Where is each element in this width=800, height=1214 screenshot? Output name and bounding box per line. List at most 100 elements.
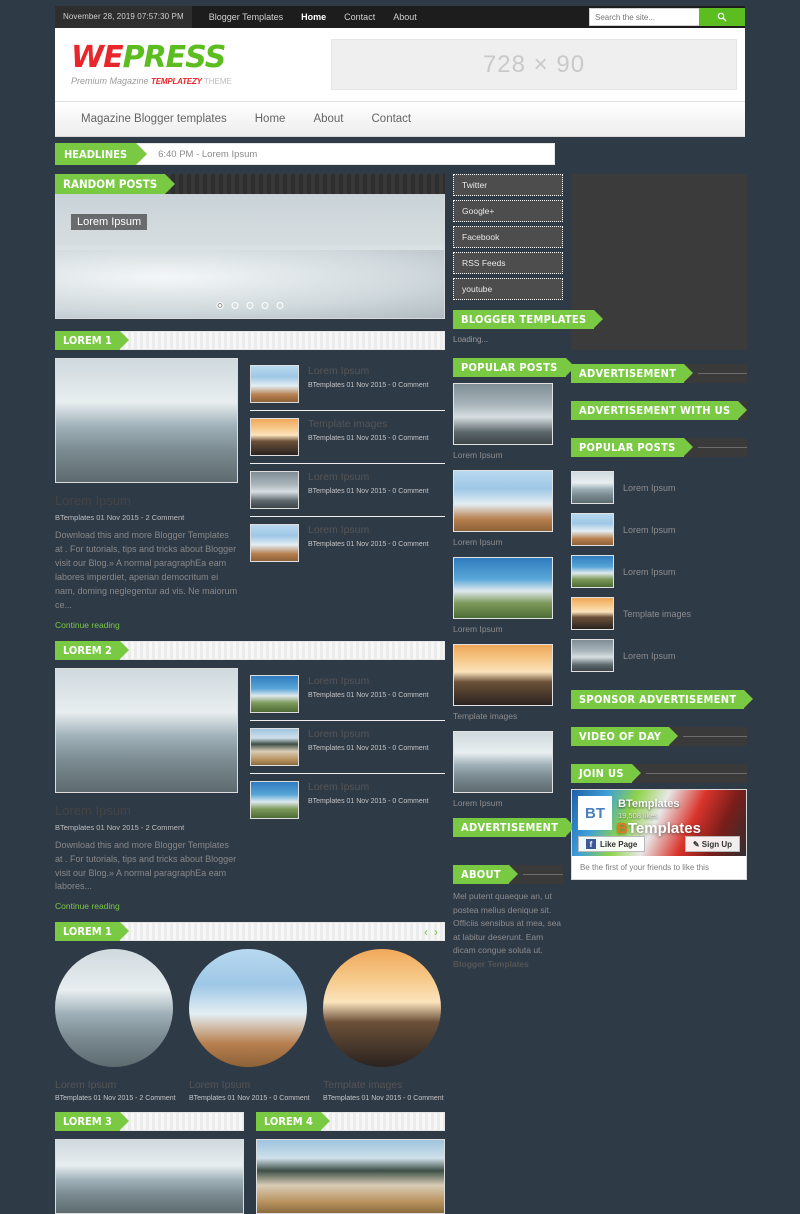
- section-lorem-4: LOREM 4: [256, 1112, 445, 1214]
- tagline-part3: THEME: [201, 77, 232, 86]
- lorem2-post-list: Lorem Ipsum BTemplates 01 Nov 2015 - 0 C…: [250, 668, 445, 913]
- popular-post-item[interactable]: Lorem Ipsum: [453, 470, 563, 547]
- top-nav-item-blogger-templates[interactable]: Blogger Templates: [200, 6, 292, 28]
- site-logo[interactable]: WEPRESS Premium Magazine TEMPLATEZY THEM…: [63, 40, 323, 87]
- social-link-twitter[interactable]: Twitter: [453, 174, 563, 196]
- search-icon: [717, 12, 727, 22]
- main-nav-item-about[interactable]: About: [299, 101, 357, 137]
- carousel-item[interactable]: Lorem Ipsum BTemplates 01 Nov 2015 - 2 C…: [55, 949, 177, 1102]
- random-posts-widget: RANDOM POSTS Lorem Ipsum: [55, 174, 445, 319]
- lorem2-feature-title[interactable]: Lorem Ipsum: [55, 803, 238, 818]
- main-nav-item-contact[interactable]: Contact: [358, 101, 426, 137]
- random-posts-slider[interactable]: Lorem Ipsum: [55, 194, 445, 319]
- popular-post-item[interactable]: Lorem Ipsum: [571, 513, 747, 546]
- popular-post-item[interactable]: Lorem Ipsum: [453, 383, 563, 460]
- about-text-link[interactable]: Blogger Templates: [453, 959, 529, 969]
- facebook-page-name[interactable]: BTemplates: [618, 798, 680, 810]
- list-item[interactable]: Lorem Ipsum BTemplates 01 Nov 2015 - 0 C…: [250, 774, 445, 826]
- advertisement-label: ADVERTISEMENT: [571, 364, 694, 383]
- section-lorem-4-image[interactable]: [256, 1139, 445, 1214]
- header-banner-ad[interactable]: 728 × 90: [331, 39, 737, 90]
- main-nav-item-home[interactable]: Home: [241, 101, 300, 137]
- about-widget-header: ABOUT: [453, 865, 564, 884]
- list-item-thumb: [250, 471, 299, 509]
- cover-brand-rest: Templates: [627, 820, 701, 837]
- slider-dot-4[interactable]: [261, 302, 269, 309]
- mid-advertisement-label: ADVERTISEMENT: [453, 818, 576, 837]
- slider-dots: [216, 302, 284, 309]
- lorem1-feature-meta: BTemplates 01 Nov 2015 - 2 Comment: [55, 513, 185, 522]
- popular-post-image: [453, 470, 553, 532]
- lorem2-feature-image[interactable]: [55, 667, 238, 793]
- blogger-templates-widget-header: BLOGGER TEMPLATES: [453, 310, 604, 329]
- section-lorem-3: LOREM 3: [55, 1112, 244, 1214]
- section-lorem-2-label: LOREM 2: [55, 640, 129, 660]
- popular-post-item[interactable]: Lorem Ipsum: [453, 731, 563, 808]
- main-nav-item-magazine-blogger-templates[interactable]: Magazine Blogger templates: [67, 101, 241, 137]
- social-link-rss[interactable]: RSS Feeds: [453, 252, 563, 274]
- top-nav-item-home[interactable]: Home: [292, 6, 335, 28]
- about-widget-label: ABOUT: [453, 865, 518, 884]
- top-nav-item-contact[interactable]: Contact: [335, 6, 384, 28]
- popular-post-item[interactable]: Lorem Ipsum: [571, 471, 747, 504]
- lorem1-feature-post: Lorem Ipsum BTemplates 01 Nov 2015 - 2 C…: [55, 358, 238, 631]
- list-item[interactable]: Lorem Ipsum BTemplates 01 Nov 2015 - 0 C…: [250, 517, 445, 569]
- fb-logo-t: T: [595, 804, 605, 822]
- list-item-meta: BTemplates 01 Nov 2015 - 0 Comment: [308, 541, 429, 548]
- popular-post-item[interactable]: Template images: [571, 597, 747, 630]
- social-link-facebook[interactable]: Facebook: [453, 226, 563, 248]
- popular-post-item[interactable]: Lorem Ipsum: [453, 557, 563, 634]
- list-item[interactable]: Lorem Ipsum BTemplates 01 Nov 2015 - 0 C…: [250, 358, 445, 411]
- list-item[interactable]: Lorem Ipsum BTemplates 01 Nov 2015 - 0 C…: [250, 464, 445, 517]
- lorem2-continue-reading-link[interactable]: Continue reading: [55, 901, 120, 911]
- carousel-item[interactable]: Lorem Ipsum BTemplates 01 Nov 2015 - 0 C…: [189, 949, 311, 1102]
- facebook-like-page-button[interactable]: f Like Page: [578, 836, 646, 852]
- list-item[interactable]: Template images BTemplates 01 Nov 2015 -…: [250, 411, 445, 464]
- list-item[interactable]: Lorem Ipsum BTemplates 01 Nov 2015 - 0 C…: [250, 721, 445, 774]
- section-lorem-3-image[interactable]: [55, 1139, 244, 1214]
- lorem1-feature-image[interactable]: [55, 358, 238, 483]
- popular-post-image: [571, 513, 614, 546]
- slider-dot-2[interactable]: [231, 302, 239, 309]
- logo-press: PRESS: [122, 40, 227, 75]
- slider-dot-3[interactable]: [246, 302, 254, 309]
- about-text-body: Mel putent quaeque an, ut postea melius …: [453, 891, 562, 956]
- popular-post-item[interactable]: Template images: [453, 644, 563, 721]
- social-link-youtube[interactable]: youtube: [453, 278, 563, 300]
- section-lorem-1: LOREM 1 Lorem Ipsum BTemplates 01 Nov 20…: [55, 331, 445, 631]
- facebook-signup-button[interactable]: ✎ Sign Up: [684, 836, 740, 852]
- carousel-item[interactable]: Template images BTemplates 01 Nov 2015 -…: [323, 949, 445, 1102]
- search-input[interactable]: [589, 8, 699, 26]
- list-item-thumb: [250, 727, 299, 766]
- social-link-googleplus[interactable]: Google+: [453, 200, 563, 222]
- search-button[interactable]: [699, 8, 745, 26]
- lorem1-feature-title[interactable]: Lorem Ipsum: [55, 493, 238, 508]
- slider-dot-5[interactable]: [276, 302, 284, 309]
- headlines-label: HEADLINES: [55, 143, 148, 165]
- join-us-label: JOIN US: [571, 764, 641, 783]
- tagline-part1: Premium Magazine: [71, 76, 152, 86]
- popular-post-item[interactable]: Lorem Ipsum: [571, 555, 747, 588]
- list-item-title: Lorem Ipsum: [308, 365, 370, 377]
- bottom-sections: LOREM 3 LOREM 4: [55, 1112, 445, 1214]
- lorem1-continue-reading-link[interactable]: Continue reading: [55, 620, 120, 630]
- slider-dot-1[interactable]: [216, 302, 224, 309]
- list-item-title: Lorem Ipsum: [308, 780, 370, 793]
- section-lorem-3-header: LOREM 3: [55, 1112, 244, 1132]
- carousel-prev-icon[interactable]: ‹: [424, 926, 428, 938]
- list-item[interactable]: Lorem Ipsum BTemplates 01 Nov 2015 - 0 C…: [250, 668, 445, 721]
- popular-post-item[interactable]: Lorem Ipsum: [571, 639, 747, 672]
- section-lorem-4-label: LOREM 4: [256, 1112, 330, 1132]
- section-carousel: LOREM 1 ‹ › Lorem Ipsum BTemplates 01 No…: [55, 922, 445, 1102]
- list-item-thumb: [250, 418, 299, 456]
- headlines-text[interactable]: 6:40 PM - Lorem Ipsum: [136, 144, 257, 164]
- list-item-title: Lorem Ipsum: [308, 674, 370, 687]
- top-nav-item-about[interactable]: About: [384, 6, 426, 28]
- advertisement-header: ADVERTISEMENT: [571, 364, 747, 383]
- carousel-next-icon[interactable]: ›: [434, 926, 438, 938]
- cover-brand-b: B: [617, 820, 628, 837]
- current-date: November 28, 2019 07:57:30 PM: [55, 6, 192, 28]
- list-item-title: Lorem Ipsum: [308, 471, 370, 483]
- headlines-bar: HEADLINES 6:40 PM - Lorem Ipsum: [55, 143, 555, 165]
- facebook-cover: BT BTemplates 19,508 likes BTemplates f …: [572, 790, 746, 856]
